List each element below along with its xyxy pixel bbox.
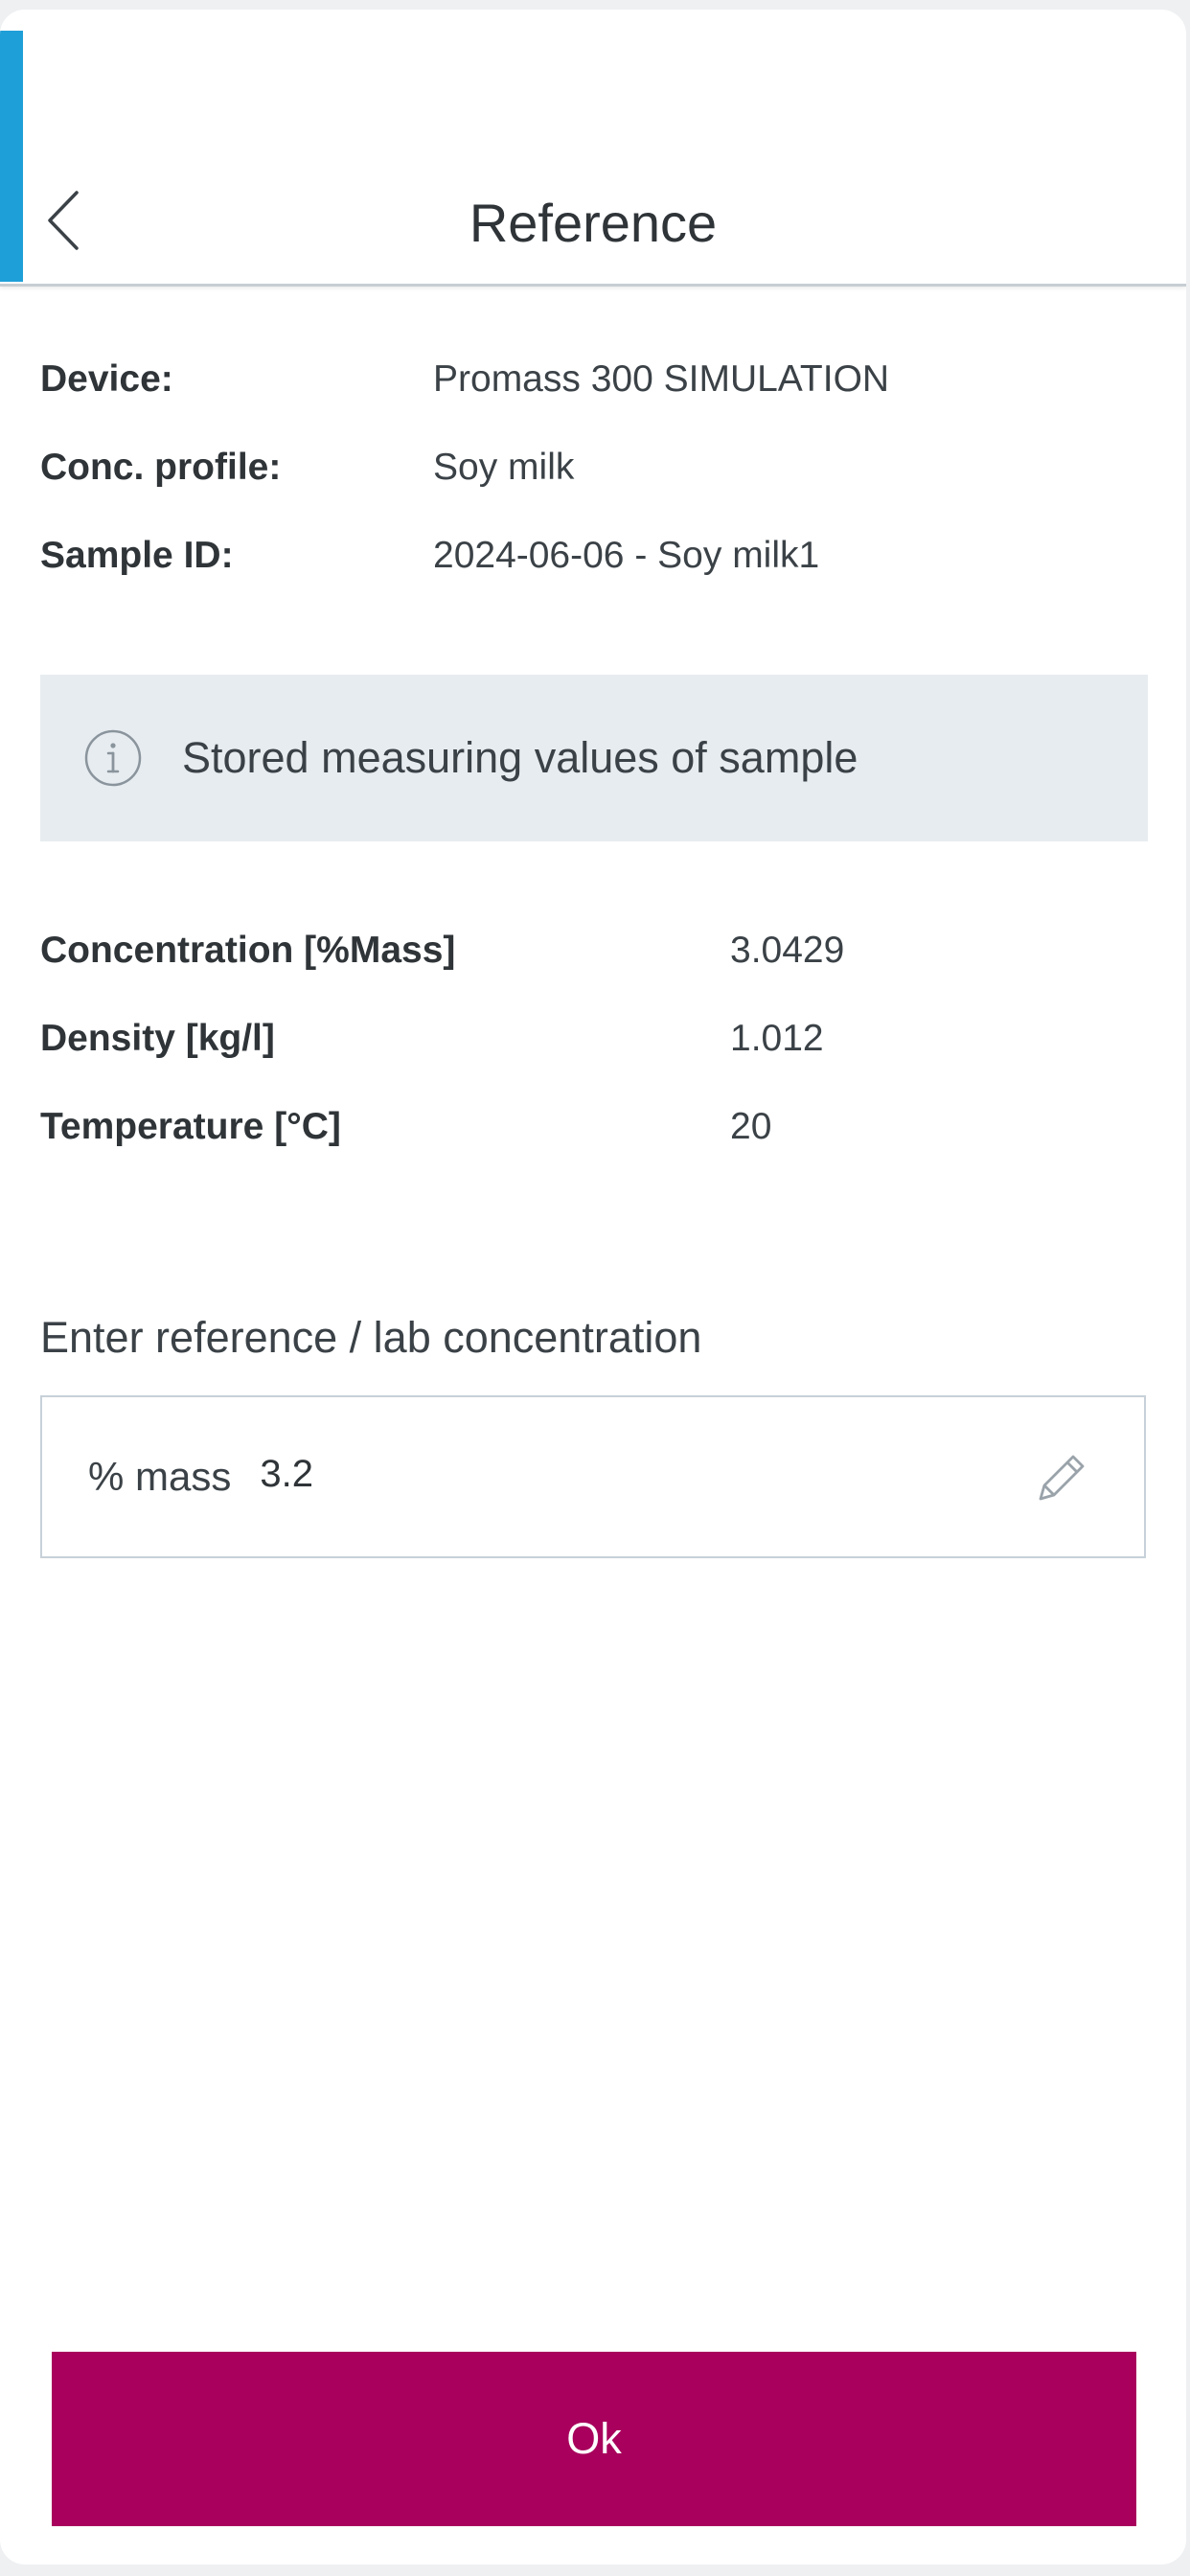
page-title: Reference (469, 193, 718, 253)
temperature-value: 20 (730, 1106, 772, 1147)
reference-value-input[interactable]: 3.2 (260, 1453, 313, 1496)
device-label: Device: (40, 358, 173, 400)
concentration-value: 3.0429 (730, 930, 845, 971)
info-notice: Stored measuring values of sample (40, 675, 1148, 841)
pencil-icon[interactable] (1027, 1443, 1096, 1512)
conc-profile-value: Soy milk (433, 447, 575, 488)
sample-id-value: 2024-06-06 - Soy milk1 (433, 535, 820, 576)
sample-id-label: Sample ID: (40, 535, 234, 576)
conc-profile-label: Conc. profile: (40, 447, 282, 488)
density-label: Density [kg/l] (40, 1018, 275, 1059)
device-info-row-profile: Conc. profile: Soy milk (40, 424, 1142, 512)
density-value: 1.012 (730, 1018, 824, 1059)
app-header: Reference (0, 10, 1186, 287)
device-value: Promass 300 SIMULATION (433, 358, 890, 400)
measured-value-row: Density [kg/l] 1.012 (40, 995, 1142, 1083)
device-info-row-device: Device: Promass 300 SIMULATION (40, 335, 1142, 424)
reference-unit-label: % mass (88, 1454, 232, 1499)
reference-screen: Reference Device: Promass 300 SIMULATION… (0, 10, 1186, 2564)
accent-bar (0, 31, 23, 282)
info-icon (79, 724, 148, 793)
measured-value-row: Concentration [%Mass] 3.0429 (40, 907, 1142, 995)
notice-text: Stored measuring values of sample (182, 733, 858, 782)
temperature-label: Temperature [°C] (40, 1106, 341, 1147)
ok-button[interactable]: Ok (52, 2352, 1136, 2526)
device-info-table: Device: Promass 300 SIMULATION Conc. pro… (40, 335, 1142, 600)
reference-entry-heading: Enter reference / lab concentration (40, 1313, 702, 1362)
device-info-row-sample: Sample ID: 2024-06-06 - Soy milk1 (40, 512, 1142, 600)
reference-concentration-field[interactable]: % mass 3.2 (40, 1395, 1146, 1558)
measured-value-row: Temperature [°C] 20 (40, 1083, 1142, 1171)
measured-values-table: Concentration [%Mass] 3.0429 Density [kg… (40, 907, 1142, 1171)
concentration-label: Concentration [%Mass] (40, 930, 456, 971)
